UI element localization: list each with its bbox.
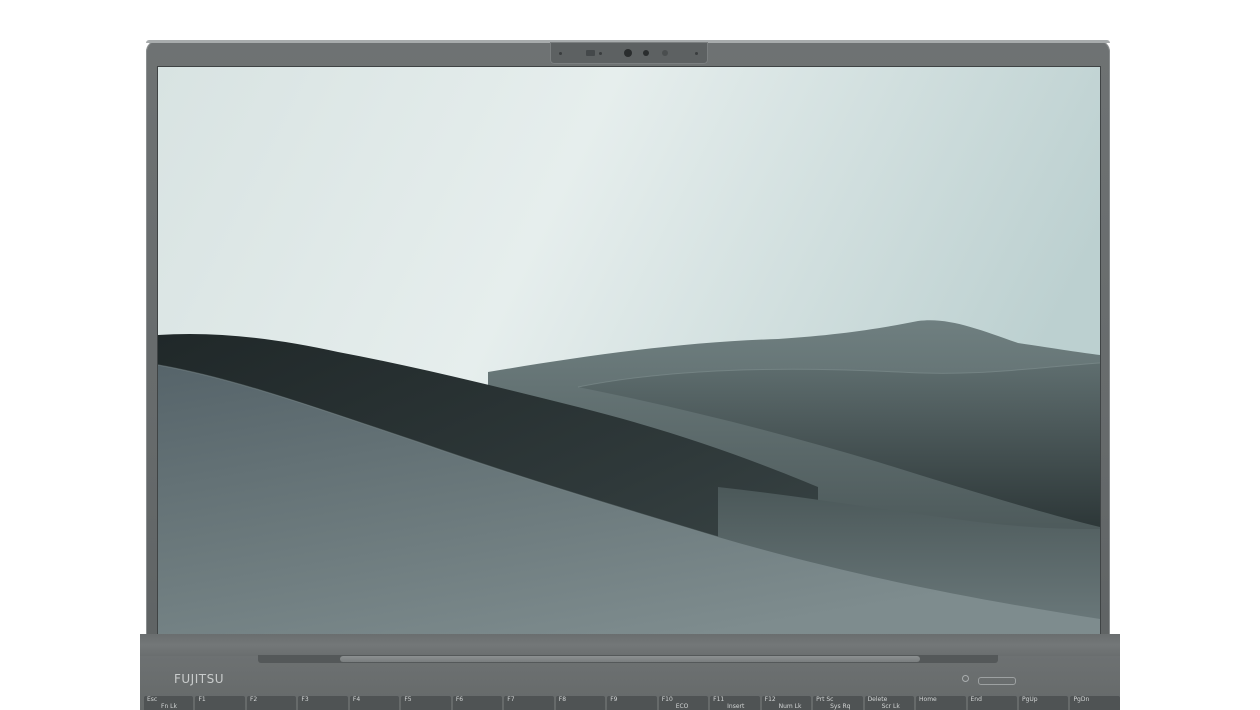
key-label: PgUp bbox=[1021, 696, 1038, 703]
key-label: F12 bbox=[764, 696, 776, 703]
webcam-module bbox=[550, 42, 708, 64]
key-label: F5 bbox=[404, 696, 412, 703]
webcam-lens-icon bbox=[624, 49, 632, 57]
privacy-shutter-icon bbox=[586, 50, 595, 56]
fingerprint-reader[interactable] bbox=[978, 677, 1016, 685]
key-pgup[interactable]: PgUp bbox=[1018, 696, 1069, 710]
key-end[interactable]: End bbox=[967, 696, 1017, 710]
key-sublabel: Num Lk bbox=[778, 703, 802, 710]
desert-dunes-wallpaper bbox=[158, 67, 1100, 634]
key-label: F8 bbox=[558, 696, 567, 703]
key-f1[interactable]: F1 bbox=[195, 696, 245, 710]
status-led-icon bbox=[695, 52, 698, 55]
key-label: F1 bbox=[198, 696, 206, 703]
key-label: F11 bbox=[713, 696, 725, 703]
key-label: PgDn bbox=[1073, 696, 1090, 703]
key-home[interactable]: Home bbox=[916, 696, 966, 710]
key-f12[interactable]: F12 Num Lk bbox=[761, 696, 812, 710]
key-label: End bbox=[970, 696, 982, 703]
key-sublabel: Insert bbox=[727, 703, 745, 710]
key-sublabel: Fn Lk bbox=[161, 703, 177, 710]
key-prt-sc[interactable]: Prt Sc Sys Rq bbox=[813, 696, 863, 710]
key-f3[interactable]: F3 bbox=[298, 696, 348, 710]
brand-logo: FUJITSU bbox=[174, 672, 224, 686]
key-label: Prt Sc bbox=[816, 696, 834, 703]
ir-sensor-icon bbox=[559, 52, 562, 55]
key-f2[interactable]: F2 bbox=[246, 696, 297, 710]
hinge bbox=[140, 634, 1120, 656]
key-label: F3 bbox=[301, 696, 309, 703]
key-f6[interactable]: F6 bbox=[452, 696, 503, 710]
key-label: F10 bbox=[661, 696, 673, 703]
key-label: F6 bbox=[455, 696, 464, 703]
key-f9[interactable]: F9 bbox=[607, 696, 657, 710]
function-key-row: Esc Fn Lk F1 F2 F3 F4 F5 F6 F7 F8 F9 F10 ECO F11 Inser… bbox=[144, 696, 1120, 710]
key-pgdn[interactable]: PgDn bbox=[1070, 696, 1120, 710]
key-label: Delete bbox=[867, 696, 888, 703]
key-f8[interactable]: F8 bbox=[555, 696, 606, 710]
hinge-bar bbox=[340, 656, 920, 662]
power-led-icon bbox=[962, 675, 969, 682]
key-f5[interactable]: F5 bbox=[401, 696, 451, 710]
key-delete[interactable]: Delete Scr Lk bbox=[864, 696, 915, 710]
key-label: F4 bbox=[352, 696, 361, 703]
key-f11[interactable]: F11 Insert bbox=[710, 696, 760, 710]
key-sublabel: ECO bbox=[675, 703, 689, 710]
key-sublabel: Scr Lk bbox=[881, 703, 900, 710]
key-label: Home bbox=[919, 696, 937, 703]
key-f4[interactable]: F4 bbox=[349, 696, 400, 710]
key-esc[interactable]: Esc Fn Lk bbox=[144, 696, 194, 710]
key-f7[interactable]: F7 bbox=[504, 696, 554, 710]
ir-emitter-icon bbox=[662, 50, 668, 56]
ambient-sensor-icon bbox=[599, 52, 602, 55]
key-label: Esc bbox=[147, 696, 158, 703]
key-label: F2 bbox=[249, 696, 258, 703]
display-wallpaper bbox=[158, 67, 1100, 634]
key-label: F7 bbox=[507, 696, 515, 703]
key-f10[interactable]: F10 ECO bbox=[658, 696, 709, 710]
key-sublabel: Sys Rq bbox=[830, 703, 851, 710]
ir-camera-icon bbox=[643, 50, 649, 56]
key-label: F9 bbox=[610, 696, 618, 703]
